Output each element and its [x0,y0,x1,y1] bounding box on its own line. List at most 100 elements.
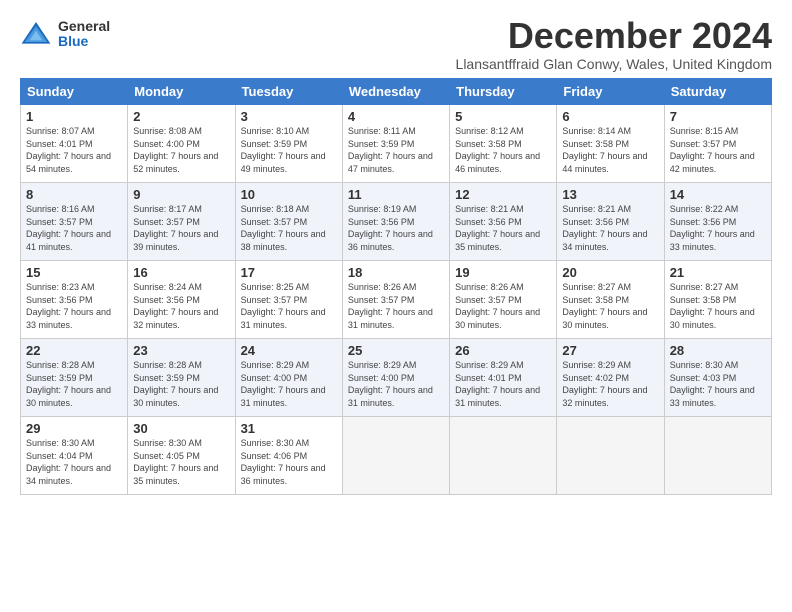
table-row: 11Sunrise: 8:19 AMSunset: 3:56 PMDayligh… [342,183,449,261]
table-row: 15Sunrise: 8:23 AMSunset: 3:56 PMDayligh… [21,261,128,339]
table-row: 3Sunrise: 8:10 AMSunset: 3:59 PMDaylight… [235,105,342,183]
location-subtitle: Llansantffraid Glan Conwy, Wales, United… [456,56,772,72]
day-number: 5 [455,109,551,124]
day-info: Sunrise: 8:18 AMSunset: 3:57 PMDaylight:… [241,203,337,253]
day-info: Sunrise: 8:16 AMSunset: 3:57 PMDaylight:… [26,203,122,253]
table-row [342,417,449,495]
table-row: 8Sunrise: 8:16 AMSunset: 3:57 PMDaylight… [21,183,128,261]
day-info: Sunrise: 8:23 AMSunset: 3:56 PMDaylight:… [26,281,122,331]
table-row: 18Sunrise: 8:26 AMSunset: 3:57 PMDayligh… [342,261,449,339]
day-number: 2 [133,109,229,124]
col-monday: Monday [128,79,235,105]
day-info: Sunrise: 8:30 AMSunset: 4:05 PMDaylight:… [133,437,229,487]
table-row: 4Sunrise: 8:11 AMSunset: 3:59 PMDaylight… [342,105,449,183]
table-row: 30Sunrise: 8:30 AMSunset: 4:05 PMDayligh… [128,417,235,495]
day-info: Sunrise: 8:21 AMSunset: 3:56 PMDaylight:… [455,203,551,253]
day-number: 19 [455,265,551,280]
logo-text: General Blue [58,19,110,50]
day-info: Sunrise: 8:29 AMSunset: 4:02 PMDaylight:… [562,359,658,409]
calendar-week: 15Sunrise: 8:23 AMSunset: 3:56 PMDayligh… [21,261,772,339]
table-row [557,417,664,495]
table-row: 31Sunrise: 8:30 AMSunset: 4:06 PMDayligh… [235,417,342,495]
day-number: 23 [133,343,229,358]
day-info: Sunrise: 8:11 AMSunset: 3:59 PMDaylight:… [348,125,444,175]
col-tuesday: Tuesday [235,79,342,105]
day-number: 8 [26,187,122,202]
day-number: 10 [241,187,337,202]
header: General Blue December 2024 Llansantffrai… [20,18,772,72]
table-row: 23Sunrise: 8:28 AMSunset: 3:59 PMDayligh… [128,339,235,417]
day-info: Sunrise: 8:30 AMSunset: 4:04 PMDaylight:… [26,437,122,487]
table-row: 1Sunrise: 8:07 AMSunset: 4:01 PMDaylight… [21,105,128,183]
day-number: 21 [670,265,766,280]
header-row: Sunday Monday Tuesday Wednesday Thursday… [21,79,772,105]
day-info: Sunrise: 8:19 AMSunset: 3:56 PMDaylight:… [348,203,444,253]
calendar-week: 1Sunrise: 8:07 AMSunset: 4:01 PMDaylight… [21,105,772,183]
calendar-table: Sunday Monday Tuesday Wednesday Thursday… [20,78,772,495]
col-sunday: Sunday [21,79,128,105]
day-number: 18 [348,265,444,280]
day-number: 6 [562,109,658,124]
col-friday: Friday [557,79,664,105]
calendar-week: 8Sunrise: 8:16 AMSunset: 3:57 PMDaylight… [21,183,772,261]
day-number: 30 [133,421,229,436]
table-row: 22Sunrise: 8:28 AMSunset: 3:59 PMDayligh… [21,339,128,417]
day-number: 25 [348,343,444,358]
day-number: 9 [133,187,229,202]
day-info: Sunrise: 8:28 AMSunset: 3:59 PMDaylight:… [26,359,122,409]
calendar-week: 22Sunrise: 8:28 AMSunset: 3:59 PMDayligh… [21,339,772,417]
day-number: 29 [26,421,122,436]
table-row: 13Sunrise: 8:21 AMSunset: 3:56 PMDayligh… [557,183,664,261]
day-number: 31 [241,421,337,436]
calendar-week: 29Sunrise: 8:30 AMSunset: 4:04 PMDayligh… [21,417,772,495]
day-number: 3 [241,109,337,124]
logo: General Blue [20,18,110,50]
day-number: 26 [455,343,551,358]
logo-general: General [58,19,110,34]
col-thursday: Thursday [450,79,557,105]
table-row: 26Sunrise: 8:29 AMSunset: 4:01 PMDayligh… [450,339,557,417]
day-info: Sunrise: 8:17 AMSunset: 3:57 PMDaylight:… [133,203,229,253]
table-row: 28Sunrise: 8:30 AMSunset: 4:03 PMDayligh… [664,339,771,417]
day-number: 15 [26,265,122,280]
day-number: 24 [241,343,337,358]
day-info: Sunrise: 8:29 AMSunset: 4:00 PMDaylight:… [241,359,337,409]
table-row [450,417,557,495]
table-row: 6Sunrise: 8:14 AMSunset: 3:58 PMDaylight… [557,105,664,183]
col-saturday: Saturday [664,79,771,105]
day-info: Sunrise: 8:27 AMSunset: 3:58 PMDaylight:… [670,281,766,331]
day-number: 12 [455,187,551,202]
day-number: 22 [26,343,122,358]
day-info: Sunrise: 8:08 AMSunset: 4:00 PMDaylight:… [133,125,229,175]
day-info: Sunrise: 8:10 AMSunset: 3:59 PMDaylight:… [241,125,337,175]
table-row: 29Sunrise: 8:30 AMSunset: 4:04 PMDayligh… [21,417,128,495]
table-row: 25Sunrise: 8:29 AMSunset: 4:00 PMDayligh… [342,339,449,417]
month-title: December 2024 [456,18,772,54]
day-number: 11 [348,187,444,202]
day-info: Sunrise: 8:21 AMSunset: 3:56 PMDaylight:… [562,203,658,253]
day-info: Sunrise: 8:30 AMSunset: 4:06 PMDaylight:… [241,437,337,487]
page: General Blue December 2024 Llansantffrai… [0,0,792,612]
day-number: 13 [562,187,658,202]
day-info: Sunrise: 8:29 AMSunset: 4:00 PMDaylight:… [348,359,444,409]
logo-blue: Blue [58,34,110,49]
table-row [664,417,771,495]
day-number: 1 [26,109,122,124]
table-row: 9Sunrise: 8:17 AMSunset: 3:57 PMDaylight… [128,183,235,261]
day-info: Sunrise: 8:24 AMSunset: 3:56 PMDaylight:… [133,281,229,331]
table-row: 24Sunrise: 8:29 AMSunset: 4:00 PMDayligh… [235,339,342,417]
table-row: 21Sunrise: 8:27 AMSunset: 3:58 PMDayligh… [664,261,771,339]
day-info: Sunrise: 8:27 AMSunset: 3:58 PMDaylight:… [562,281,658,331]
day-number: 7 [670,109,766,124]
day-number: 28 [670,343,766,358]
table-row: 12Sunrise: 8:21 AMSunset: 3:56 PMDayligh… [450,183,557,261]
table-row: 7Sunrise: 8:15 AMSunset: 3:57 PMDaylight… [664,105,771,183]
day-info: Sunrise: 8:14 AMSunset: 3:58 PMDaylight:… [562,125,658,175]
day-number: 20 [562,265,658,280]
title-section: December 2024 Llansantffraid Glan Conwy,… [456,18,772,72]
logo-icon [20,18,52,50]
day-info: Sunrise: 8:12 AMSunset: 3:58 PMDaylight:… [455,125,551,175]
day-info: Sunrise: 8:30 AMSunset: 4:03 PMDaylight:… [670,359,766,409]
day-info: Sunrise: 8:28 AMSunset: 3:59 PMDaylight:… [133,359,229,409]
table-row: 17Sunrise: 8:25 AMSunset: 3:57 PMDayligh… [235,261,342,339]
